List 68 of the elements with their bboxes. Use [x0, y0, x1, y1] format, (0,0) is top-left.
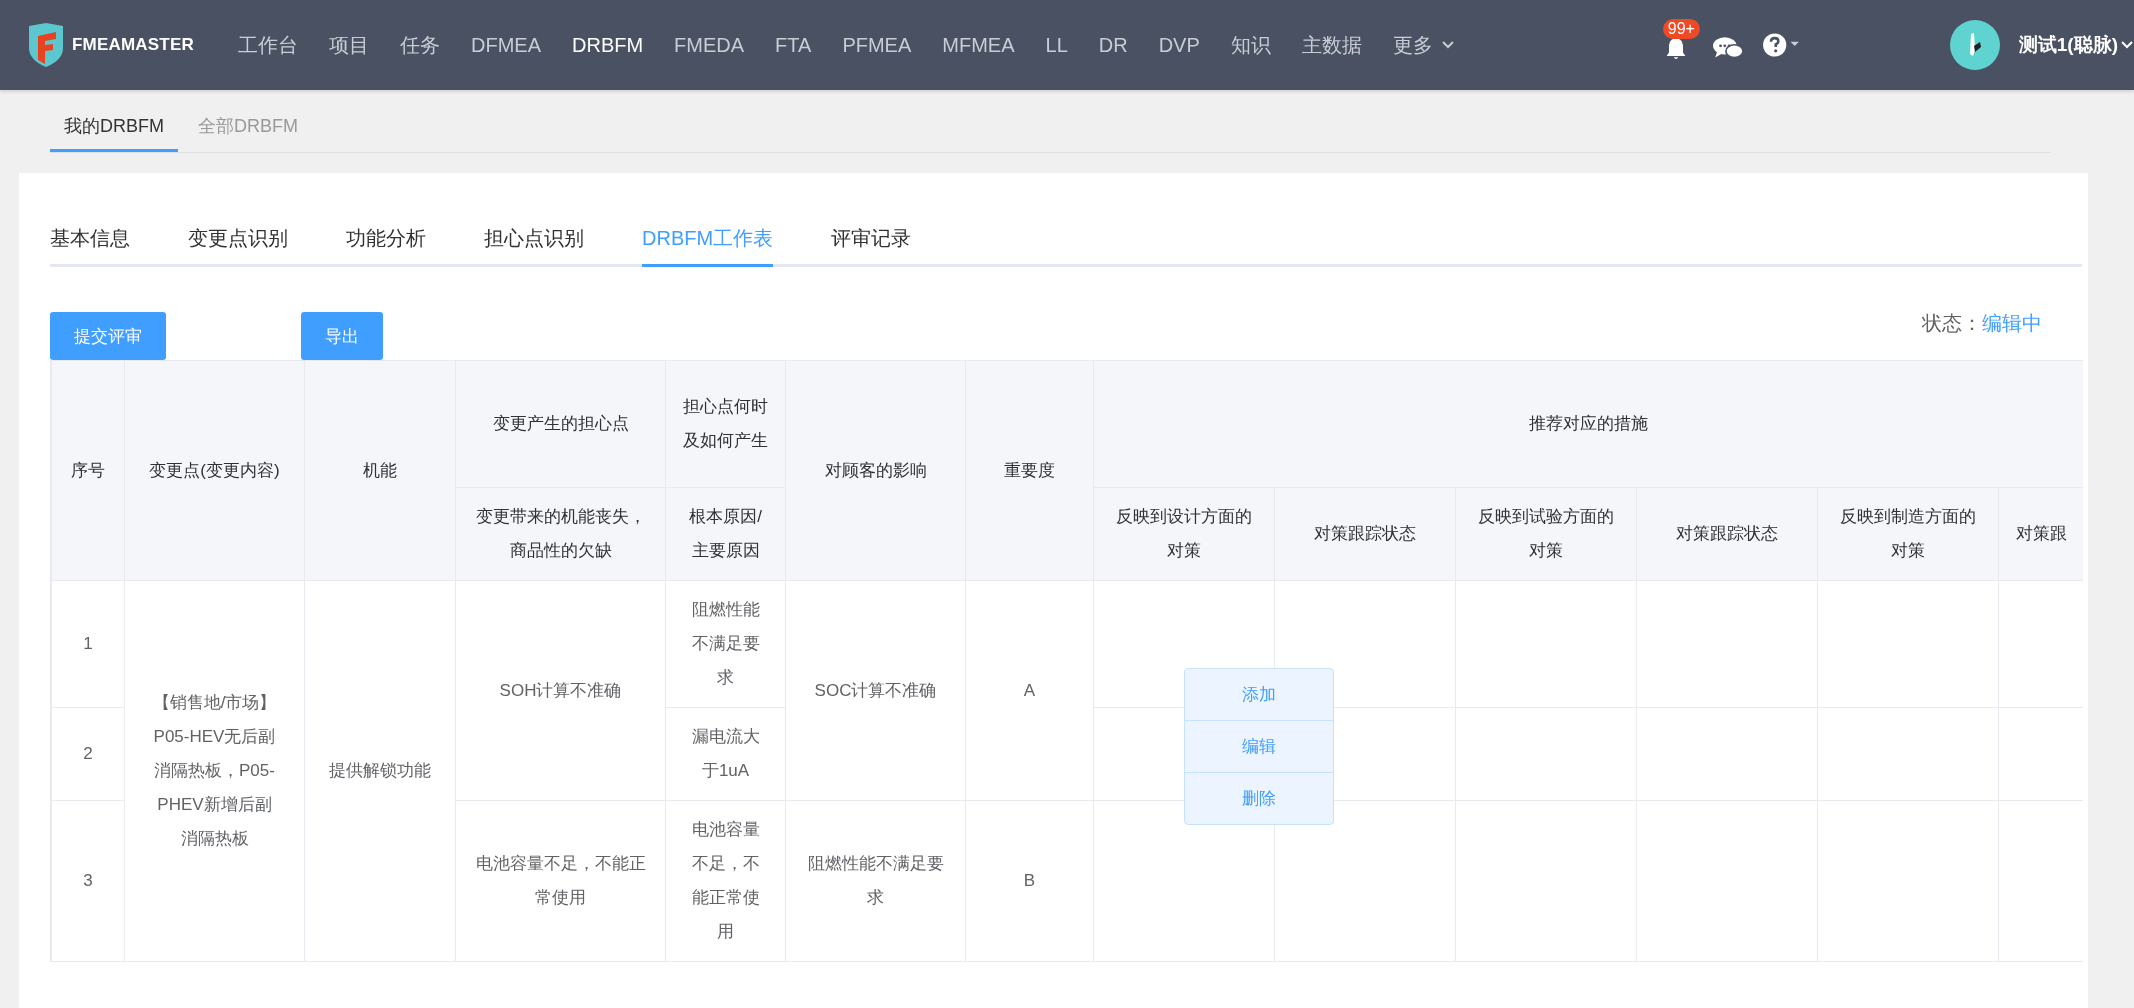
- table-cell: B: [965, 800, 1094, 962]
- column-header: 重要度: [965, 360, 1094, 581]
- nav-item[interactable]: 任务: [400, 31, 440, 59]
- menu-item[interactable]: 编辑: [1185, 720, 1333, 772]
- column-header: 对策跟踪状态: [1274, 487, 1456, 581]
- table-cell: 2: [51, 707, 125, 801]
- table-cell: SOH计算不准确: [455, 580, 666, 801]
- help-icon[interactable]: [1761, 32, 1800, 58]
- column-header: 根本原因/主要原因: [665, 487, 786, 581]
- table-cell: 阻燃性能不满足要求: [665, 580, 786, 708]
- more-menu[interactable]: 更多: [1392, 31, 1455, 59]
- nav-item[interactable]: MFMEA: [942, 33, 1015, 57]
- nav-item[interactable]: FMEDA: [674, 33, 745, 57]
- caret-icon: [1440, 40, 1455, 50]
- table-cell: 1: [51, 580, 125, 708]
- tab[interactable]: DRBFM工作表: [642, 225, 774, 267]
- table-cell: 阻燃性能不满足要求: [785, 800, 966, 962]
- nav-item[interactable]: LL: [1045, 33, 1068, 57]
- table-cell: 电池容量不足，不能正常使用: [455, 800, 666, 962]
- tab[interactable]: 功能分析: [346, 225, 426, 267]
- table-cell: SOC计算不准确: [785, 580, 966, 801]
- nav-item[interactable]: 工作台: [238, 31, 298, 59]
- nav-item[interactable]: 项目: [329, 31, 369, 59]
- table-cell: 【销售地/市场】P05-HEV无后副消隔热板，P05-PHEV新增后副消隔热板: [124, 580, 305, 962]
- menu-item[interactable]: 删除: [1185, 772, 1333, 824]
- column-header: 变更产生的担心点: [455, 360, 666, 488]
- table-cell: 3: [51, 800, 125, 962]
- notification-badge: 99+: [1662, 19, 1700, 39]
- column-header: 推荐对应的措施: [1093, 360, 2083, 488]
- column-header: 对顾客的影响: [785, 360, 966, 581]
- nav-item[interactable]: 知识: [1230, 31, 1271, 59]
- column-header: 担心点何时及如何产生: [665, 360, 786, 488]
- menu-item[interactable]: 添加: [1185, 669, 1333, 720]
- caret-icon: [2120, 40, 2134, 50]
- table-cell: A: [965, 580, 1094, 801]
- status-value: 编辑中: [1982, 310, 2042, 336]
- column-header: 对策跟踪状态: [1636, 487, 1818, 581]
- column-header: 对策跟: [1998, 487, 2083, 581]
- chat-icon[interactable]: [1711, 35, 1744, 61]
- tab[interactable]: 评审记录: [831, 225, 912, 267]
- column-header: 机能: [304, 360, 456, 581]
- nav-item[interactable]: FTA: [775, 33, 812, 57]
- column-header: 序号: [51, 360, 125, 581]
- nav-item[interactable]: DR: [1098, 33, 1128, 57]
- logo-text: FMEAMASTER: [72, 35, 194, 55]
- nav-item[interactable]: 主数据: [1301, 31, 1362, 59]
- avatar-icon[interactable]: [1949, 20, 2000, 70]
- column-header: 反映到设计方面的对策: [1093, 487, 1275, 581]
- nav-item[interactable]: DVP: [1158, 33, 1200, 57]
- tab[interactable]: 变更点识别: [188, 225, 288, 267]
- column-header: 反映到试验方面的对策: [1455, 487, 1637, 581]
- table-cell: 提供解锁功能: [304, 580, 456, 962]
- column-header: 反映到制造方面的对策: [1817, 487, 1999, 581]
- table-cell: 电池容量不足，不能正常使用: [665, 800, 786, 962]
- column-header: 变更带来的机能丧失，商品性的欠缺: [455, 487, 666, 581]
- column-header: 变更点(变更内容): [124, 360, 305, 581]
- sub-tab[interactable]: 我的DRBFM: [50, 114, 178, 152]
- nav-item[interactable]: DRBFM: [572, 33, 644, 57]
- export-button[interactable]: 导出: [301, 312, 383, 360]
- nav-item[interactable]: PFMEA: [842, 33, 912, 57]
- sub-tab[interactable]: 全部DRBFM: [184, 114, 312, 152]
- tab[interactable]: 担心点识别: [484, 225, 584, 267]
- status-label: 状态：: [1922, 310, 1982, 336]
- tab[interactable]: 基本信息: [50, 225, 130, 267]
- nav-item[interactable]: DFMEA: [471, 33, 541, 57]
- submit-review-button[interactable]: 提交评审: [50, 312, 166, 360]
- logo-icon: [26, 22, 66, 68]
- user-menu[interactable]: 测试1(聪脉): [2018, 32, 2134, 58]
